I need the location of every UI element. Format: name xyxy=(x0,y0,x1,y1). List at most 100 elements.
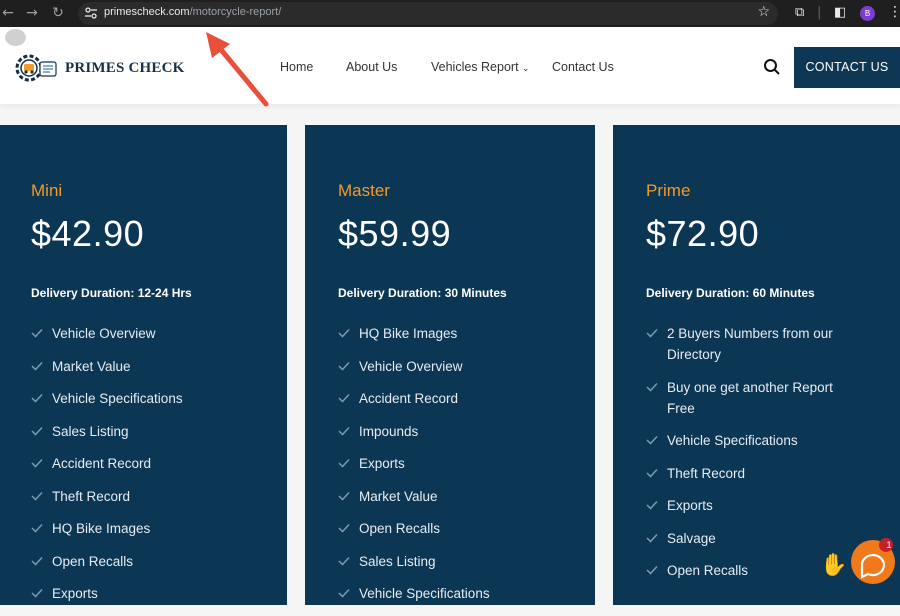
feature-label: Vehicle Specifications xyxy=(667,433,798,448)
plan-name: Prime xyxy=(646,181,691,200)
check-icon xyxy=(646,500,658,510)
check-icon xyxy=(31,556,43,566)
nav-about-us[interactable]: About Us xyxy=(346,60,397,74)
extensions-icon[interactable]: ⧉ xyxy=(795,5,804,20)
feature-label: Vehicle Overview xyxy=(52,326,156,341)
check-icon xyxy=(338,491,350,501)
feature-item: Exports xyxy=(338,453,578,474)
feature-label: Vehicle Specifications xyxy=(52,391,183,406)
toolbar-divider: | xyxy=(817,5,822,20)
plan-card-master: Master $59.99 Delivery Duration: 30 Minu… xyxy=(305,125,595,605)
check-icon xyxy=(646,382,658,392)
nav-contact-us[interactable]: Contact Us xyxy=(552,60,614,74)
profile-avatar[interactable]: B xyxy=(860,6,875,21)
feature-label: Theft Record xyxy=(52,488,131,504)
feature-label: Market Value xyxy=(52,358,131,374)
check-icon xyxy=(646,565,658,575)
feature-item: HQ Bike Images xyxy=(31,518,271,539)
url-host: primescheck.com xyxy=(104,6,190,18)
check-icon xyxy=(31,458,43,468)
feature-item: Salvage xyxy=(646,528,846,549)
feature-label: Salvage xyxy=(667,530,716,546)
url-text: primescheck.com/motorcycle-report/ xyxy=(104,6,281,18)
feature-item: Market Value xyxy=(338,486,578,507)
chat-widget[interactable]: ✋ We Are Here! 1 xyxy=(817,475,900,596)
check-icon xyxy=(338,328,350,338)
feature-item: Sales Listing xyxy=(31,421,271,442)
logo-text: PRIMES CHECK xyxy=(65,59,185,76)
plan-features: HQ Bike Images Vehicle Overview Accident… xyxy=(338,323,578,616)
nav-vehicles-report-label: Vehicles Report xyxy=(431,60,519,74)
url-path: /motorcycle-report/ xyxy=(189,6,282,18)
check-icon xyxy=(338,556,350,566)
check-icon xyxy=(338,523,350,533)
feature-label: Exports xyxy=(359,456,405,471)
feature-item: Vehicle Specifications xyxy=(31,388,271,409)
reload-icon[interactable]: ↻ xyxy=(50,5,66,21)
nav-home[interactable]: Home xyxy=(280,60,313,74)
search-icon[interactable] xyxy=(763,58,781,76)
check-icon xyxy=(646,468,658,478)
feature-item: Open Recalls xyxy=(31,551,271,572)
check-icon xyxy=(338,458,350,468)
side-panel-icon[interactable]: ◧ xyxy=(834,5,846,20)
plan-name: Master xyxy=(338,181,390,200)
browser-menu-icon[interactable]: ⋮ xyxy=(888,4,900,20)
feature-item: Vehicle Specifications xyxy=(338,583,578,604)
check-icon xyxy=(338,588,350,598)
chevron-down-icon: ⌄ xyxy=(522,64,530,74)
feature-label: Accident Record xyxy=(359,391,459,406)
feature-label: Theft Record xyxy=(667,465,746,481)
feature-item: Market Value xyxy=(31,356,271,377)
plan-delivery: Delivery Duration: 12-24 Hrs xyxy=(31,286,192,300)
check-icon xyxy=(31,491,43,501)
back-icon[interactable]: ← xyxy=(0,5,16,21)
feature-label: Vehicle Specifications xyxy=(359,586,490,601)
logo-gear-icon xyxy=(15,54,57,82)
feature-item: Vehicle Overview xyxy=(338,356,578,377)
feature-label: 2 Buyers Numbers from our Directory xyxy=(667,326,833,362)
plan-price: $72.90 xyxy=(646,213,760,254)
bookmark-star-icon[interactable]: ☆ xyxy=(757,4,770,20)
feature-label: Sales Listing xyxy=(359,553,436,569)
plan-delivery: Delivery Duration: 30 Minutes xyxy=(338,286,507,300)
check-icon xyxy=(31,426,43,436)
feature-item: Accident Record xyxy=(31,453,271,474)
plan-features: Vehicle Overview Market Value Vehicle Sp… xyxy=(31,323,271,616)
feature-item: Vehicle Specifications xyxy=(646,430,846,451)
plan-card-mini: Mini $42.90 Delivery Duration: 12-24 Hrs… xyxy=(0,125,287,605)
feature-item: Open Recalls xyxy=(646,560,846,581)
feature-label: Exports xyxy=(52,586,98,601)
contact-us-button[interactable]: CONTACT US xyxy=(794,47,900,88)
check-icon xyxy=(646,435,658,445)
check-icon xyxy=(31,361,43,371)
site-logo[interactable]: PRIMES CHECK xyxy=(15,52,185,84)
check-icon xyxy=(338,393,350,403)
feature-label: Open Recalls xyxy=(359,521,441,536)
site-info-icon[interactable] xyxy=(84,6,98,20)
check-icon xyxy=(338,361,350,371)
address-bar[interactable]: primescheck.com/motorcycle-report/ ☆ xyxy=(78,2,778,25)
feature-label: Impounds xyxy=(359,423,419,439)
waving-hand-icon: ✋ xyxy=(820,552,847,577)
feature-label: Sales Listing xyxy=(52,423,129,439)
feature-item: Theft Record xyxy=(31,486,271,507)
check-icon xyxy=(646,533,658,543)
cursor-highlight xyxy=(5,29,26,46)
feature-item: Vehicle Overview xyxy=(31,323,271,344)
nav-vehicles-report[interactable]: Vehicles Report ⌄ xyxy=(431,60,530,74)
feature-item: Exports xyxy=(646,495,846,516)
feature-label: Buy one get another Report Free xyxy=(667,379,833,416)
check-icon xyxy=(31,588,43,598)
site-header: PRIMES CHECK Home About Us Vehicles Repo… xyxy=(0,27,900,104)
check-icon xyxy=(338,426,350,436)
feature-label: Exports xyxy=(667,498,713,513)
feature-item: Accident Record xyxy=(338,388,578,409)
check-icon xyxy=(31,393,43,403)
forward-icon[interactable]: → xyxy=(24,5,40,21)
feature-item: Buy one get another Report Free xyxy=(646,377,846,419)
feature-label: Open Recalls xyxy=(52,553,134,569)
feature-item: 2 Buyers Numbers from our Directory xyxy=(646,323,846,365)
feature-item: Exports xyxy=(31,583,271,604)
plan-delivery: Delivery Duration: 60 Minutes xyxy=(646,286,815,300)
